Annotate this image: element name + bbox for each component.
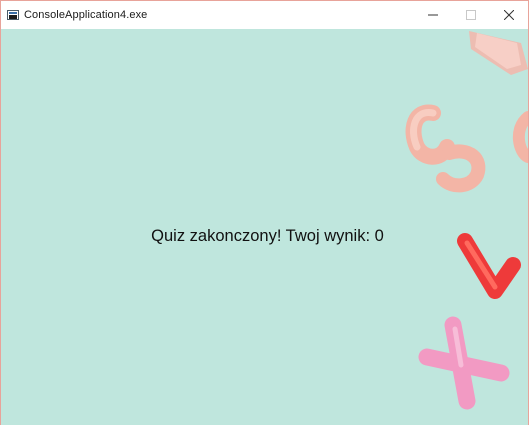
close-button[interactable] [490, 1, 528, 29]
pink-plus-decoration [418, 316, 510, 410]
minimize-icon [428, 14, 438, 16]
peach-number-decoration [405, 104, 528, 193]
application-window: ConsoleApplication4.exe Quiz zakonczony!… [0, 0, 529, 425]
window-controls [414, 1, 528, 29]
red-checkmark-decoration [457, 233, 521, 299]
minimize-button[interactable] [414, 1, 452, 29]
quiz-result-message: Quiz zakonczony! Twoj wynik: 0 [151, 227, 384, 245]
maximize-button[interactable] [452, 1, 490, 29]
title-bar[interactable]: ConsoleApplication4.exe [1, 1, 528, 29]
pink-block-top-decoration [469, 31, 528, 75]
window-title: ConsoleApplication4.exe [24, 9, 148, 21]
console-app-icon[interactable] [7, 10, 19, 20]
close-icon [504, 10, 514, 20]
maximize-icon [466, 10, 476, 20]
console-content-area: Quiz zakonczony! Twoj wynik: 0 [1, 29, 528, 425]
